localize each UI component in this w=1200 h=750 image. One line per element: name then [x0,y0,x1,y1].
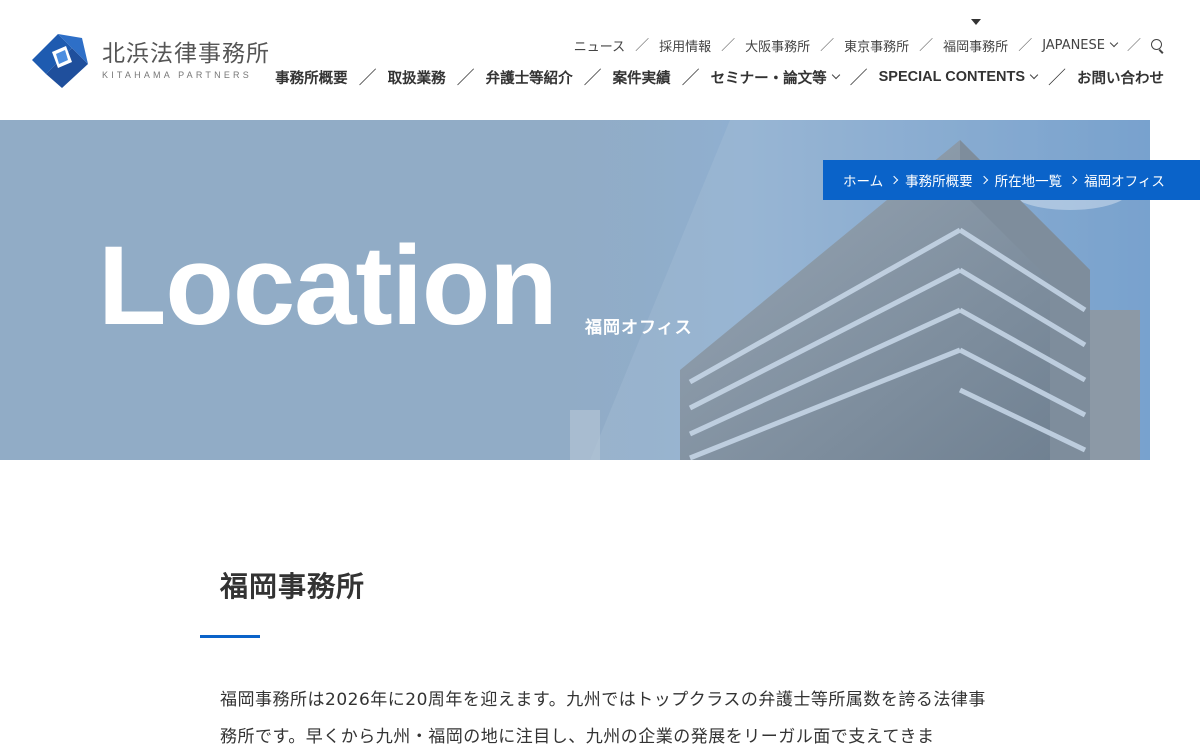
nav-separator: ／ [583,68,602,89]
site-header: 北浜法律事務所 KITAHAMA PARTNERS ニュース ／ 採用情報 ／ … [0,0,1200,120]
breadcrumb: ホーム 事務所概要 所在地一覧 福岡オフィス [823,160,1200,200]
nav-separator: ／ [635,38,650,54]
logo-name-en: KITAHAMA PARTNERS [102,69,252,80]
chevron-down-icon [1109,38,1119,48]
hero-subtitle: 福岡オフィス [585,318,693,338]
main-nav-practice[interactable]: 取扱業務 [388,67,446,88]
chevron-down-icon [1029,70,1039,80]
util-nav-news[interactable]: ニュース [574,36,625,55]
chevron-right-icon [979,175,988,185]
nav-separator: ／ [1018,38,1033,54]
nav-separator: ／ [849,68,868,89]
site-logo[interactable]: 北浜法律事務所 KITAHAMA PARTNERS [32,32,270,88]
main-nav: 事務所概要 ／ 取扱業務 ／ 弁護士等紹介 ／ 案件実績 ／ セミナー・論文等 … [275,64,1164,90]
main-nav-lawyers[interactable]: 弁護士等紹介 [486,67,573,88]
util-nav-recruit[interactable]: 採用情報 [659,36,711,55]
chevron-down-icon [831,70,840,80]
util-nav-tokyo[interactable]: 東京事務所 [844,36,909,55]
language-select[interactable]: JAPANESE [1042,38,1119,53]
nav-separator: ／ [1048,68,1066,89]
chevron-right-icon [889,175,899,185]
util-nav-fukuoka[interactable]: 福岡事務所 [943,18,1008,55]
hero-title: Location [98,223,558,348]
nav-separator: ／ [919,38,934,54]
main-nav-special[interactable]: SPECIAL CONTENTS [879,69,1039,85]
nav-separator: ／ [456,68,475,89]
breadcrumb-locations[interactable]: 所在地一覧 [995,170,1063,190]
chevron-right-icon [1068,175,1078,185]
breadcrumb-about[interactable]: 事務所概要 [905,170,973,190]
logo-name-jp: 北浜法律事務所 [102,40,270,67]
search-button[interactable] [1151,38,1164,52]
main-nav-cases[interactable]: 案件実績 [613,67,671,88]
nav-separator: ／ [681,68,700,89]
main-nav-seminars[interactable]: セミナー・論文等 [711,67,840,88]
logo-mark-icon [32,34,88,88]
main-nav-contact[interactable]: お問い合わせ [1077,67,1164,88]
nav-separator: ／ [721,38,736,54]
nav-separator: ／ [820,38,835,54]
title-underline [200,635,260,638]
breadcrumb-current: 福岡オフィス [1084,174,1165,190]
util-nav-osaka[interactable]: 大阪事務所 [745,36,810,55]
main-nav-about[interactable]: 事務所概要 [275,67,348,88]
active-marker-icon [970,18,981,25]
intro-paragraph: 福岡事務所は2026年に20周年を迎えます。九州ではトップクラスの弁護士等所属数… [220,690,986,747]
search-icon [1151,38,1164,52]
page-title: 福岡事務所 [220,570,366,603]
breadcrumb-home[interactable]: ホーム [843,170,883,190]
utility-nav: ニュース ／ 採用情報 ／ 大阪事務所 ／ 東京事務所 ／ 福岡事務所 ／ JA… [574,18,1164,55]
nav-separator: ／ [358,68,377,89]
nav-separator: ／ [1127,38,1141,54]
